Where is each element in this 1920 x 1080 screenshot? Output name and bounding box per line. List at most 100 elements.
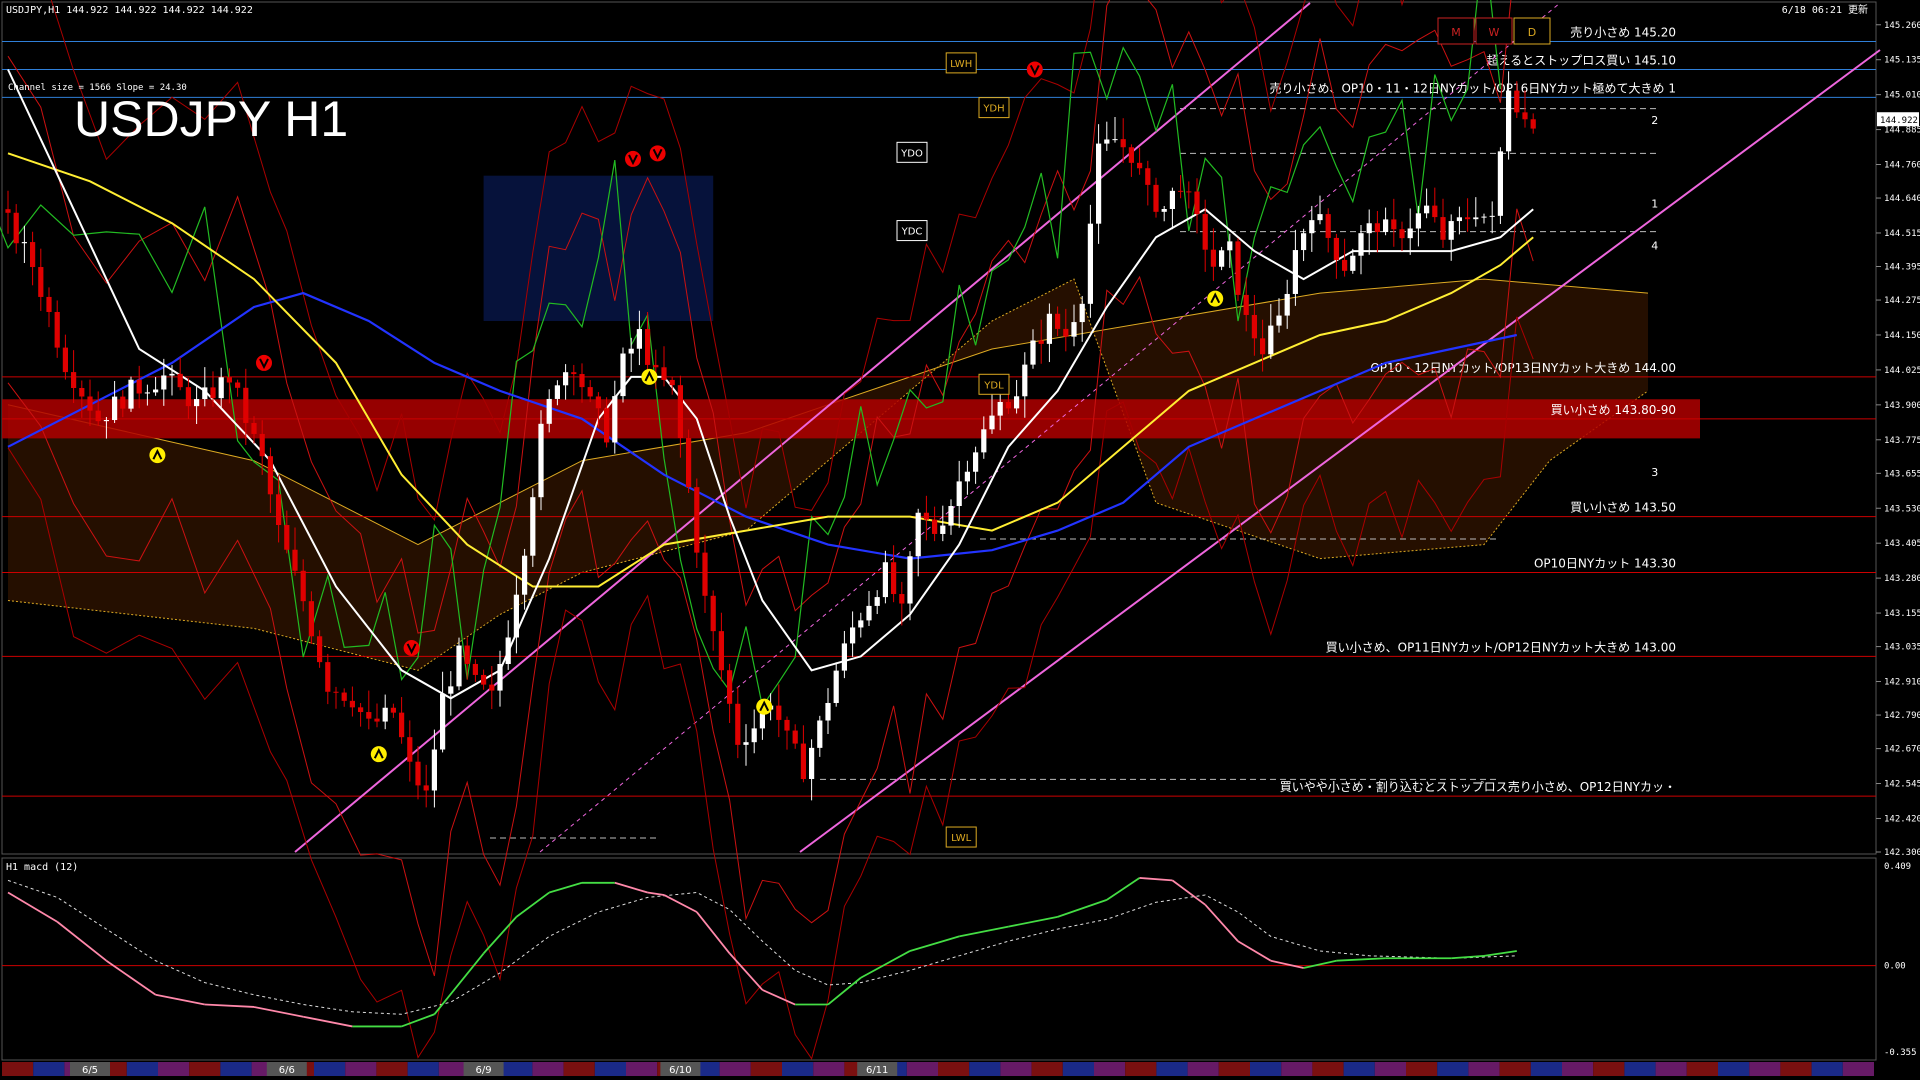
date-strip-seg	[1218, 1062, 1250, 1076]
date-strip-seg	[1842, 1062, 1874, 1076]
candle-down	[423, 785, 429, 791]
y-tick-label: 143.035	[1884, 643, 1920, 653]
date-strip-seg	[1281, 1062, 1313, 1076]
candle-up	[1284, 293, 1290, 316]
y-tick-label: 142.420	[1884, 814, 1920, 824]
wave-label: 3	[1651, 466, 1658, 479]
candle-up	[522, 555, 528, 595]
date-strip-seg	[33, 1062, 65, 1076]
candle-down	[1432, 205, 1438, 218]
candle-up	[628, 348, 634, 354]
candle-down	[899, 594, 905, 604]
candle-up	[1473, 217, 1479, 220]
candle-up	[1292, 250, 1298, 294]
candle-down	[349, 700, 355, 708]
date-strip-seg	[1187, 1062, 1219, 1076]
candle-up	[538, 423, 544, 498]
x-date-label: 6/6	[279, 1065, 295, 1076]
candle-up	[218, 377, 224, 399]
y-tick-label: 145.135	[1884, 56, 1920, 66]
candle-down	[481, 674, 487, 685]
candle-up	[1079, 303, 1085, 323]
candle-down	[579, 374, 585, 388]
candle-down	[1399, 229, 1405, 239]
candle-down	[891, 562, 897, 595]
candle-up	[981, 429, 987, 453]
date-strip-seg	[1530, 1062, 1562, 1076]
candle-up	[866, 605, 872, 621]
candle-down	[276, 494, 282, 526]
date-strip-seg	[1374, 1062, 1406, 1076]
date-strip-seg	[1062, 1062, 1094, 1076]
wave-label: 4	[1651, 240, 1658, 253]
x-date-label: 6/5	[82, 1065, 98, 1076]
candle-down	[1005, 401, 1011, 409]
candle-down	[120, 396, 126, 409]
candle-down	[800, 743, 806, 779]
candle-down	[87, 396, 93, 411]
candle-down	[718, 631, 724, 671]
candle-up	[546, 398, 552, 424]
candle-up	[1448, 221, 1454, 240]
wave-label: 2	[1651, 114, 1658, 127]
big-title: USDJPY H1	[74, 91, 348, 147]
candle-up	[563, 372, 569, 386]
candle-down	[407, 737, 413, 762]
candle-down	[300, 570, 306, 602]
x-date-label: 6/11	[866, 1065, 888, 1076]
candle-down	[235, 382, 241, 388]
level-tag-label: YDH	[982, 104, 1004, 115]
candle-up	[530, 497, 536, 556]
y-tick-label: 142.545	[1884, 780, 1920, 790]
date-strip-seg	[1343, 1062, 1375, 1076]
candle-down	[71, 372, 77, 388]
candle-down	[1374, 223, 1380, 233]
date-strip-seg	[1718, 1062, 1750, 1076]
candle-up	[382, 707, 388, 722]
macd-tick-label: -0.355	[1884, 1048, 1917, 1058]
candle-up	[997, 401, 1003, 416]
date-strip-seg	[1499, 1062, 1531, 1076]
x-date-label: 6/10	[669, 1065, 691, 1076]
candle-up	[825, 702, 831, 721]
candle-up	[1169, 190, 1175, 209]
y-tick-label: 144.025	[1884, 366, 1920, 376]
date-strip-seg	[1749, 1062, 1781, 1076]
candle-up	[850, 627, 856, 644]
y-tick-label: 143.655	[1884, 469, 1920, 479]
symbol-info: USDJPY,H1 144.922 144.922 144.922 144.92…	[6, 5, 253, 16]
candle-up	[1383, 219, 1389, 233]
candle-up	[169, 373, 175, 376]
candle-down	[661, 367, 667, 380]
date-strip-seg	[1156, 1062, 1188, 1076]
date-strip-seg	[220, 1062, 252, 1076]
candle-down	[374, 718, 380, 722]
candle-down	[595, 396, 601, 409]
candle-down	[1153, 184, 1159, 212]
candle-down	[415, 761, 421, 786]
date-strip-seg	[126, 1062, 158, 1076]
candle-down	[210, 387, 216, 399]
date-strip-seg	[1094, 1062, 1126, 1076]
candle-up	[431, 749, 437, 791]
y-tick-label: 144.275	[1884, 296, 1920, 306]
candle-up	[448, 686, 454, 694]
date-strip-seg	[1780, 1062, 1812, 1076]
current-price-label: 144.922	[1880, 116, 1918, 126]
y-tick-label: 144.885	[1884, 126, 1920, 136]
candle-down	[669, 379, 675, 386]
date-strip-seg	[906, 1062, 938, 1076]
date-strip-seg	[501, 1062, 533, 1076]
y-tick-label: 145.260	[1884, 21, 1920, 31]
candle-down	[727, 670, 733, 704]
candle-up	[1350, 255, 1356, 271]
candle-down	[1514, 90, 1520, 113]
candle-down	[1210, 249, 1216, 267]
level-tag-label: LWL	[951, 833, 972, 844]
date-strip-seg	[158, 1062, 190, 1076]
date-strip-seg	[750, 1062, 782, 1076]
y-tick-label: 143.405	[1884, 539, 1920, 549]
candle-up	[1317, 214, 1323, 221]
candle-down	[677, 385, 683, 438]
candle-up	[1456, 217, 1462, 222]
